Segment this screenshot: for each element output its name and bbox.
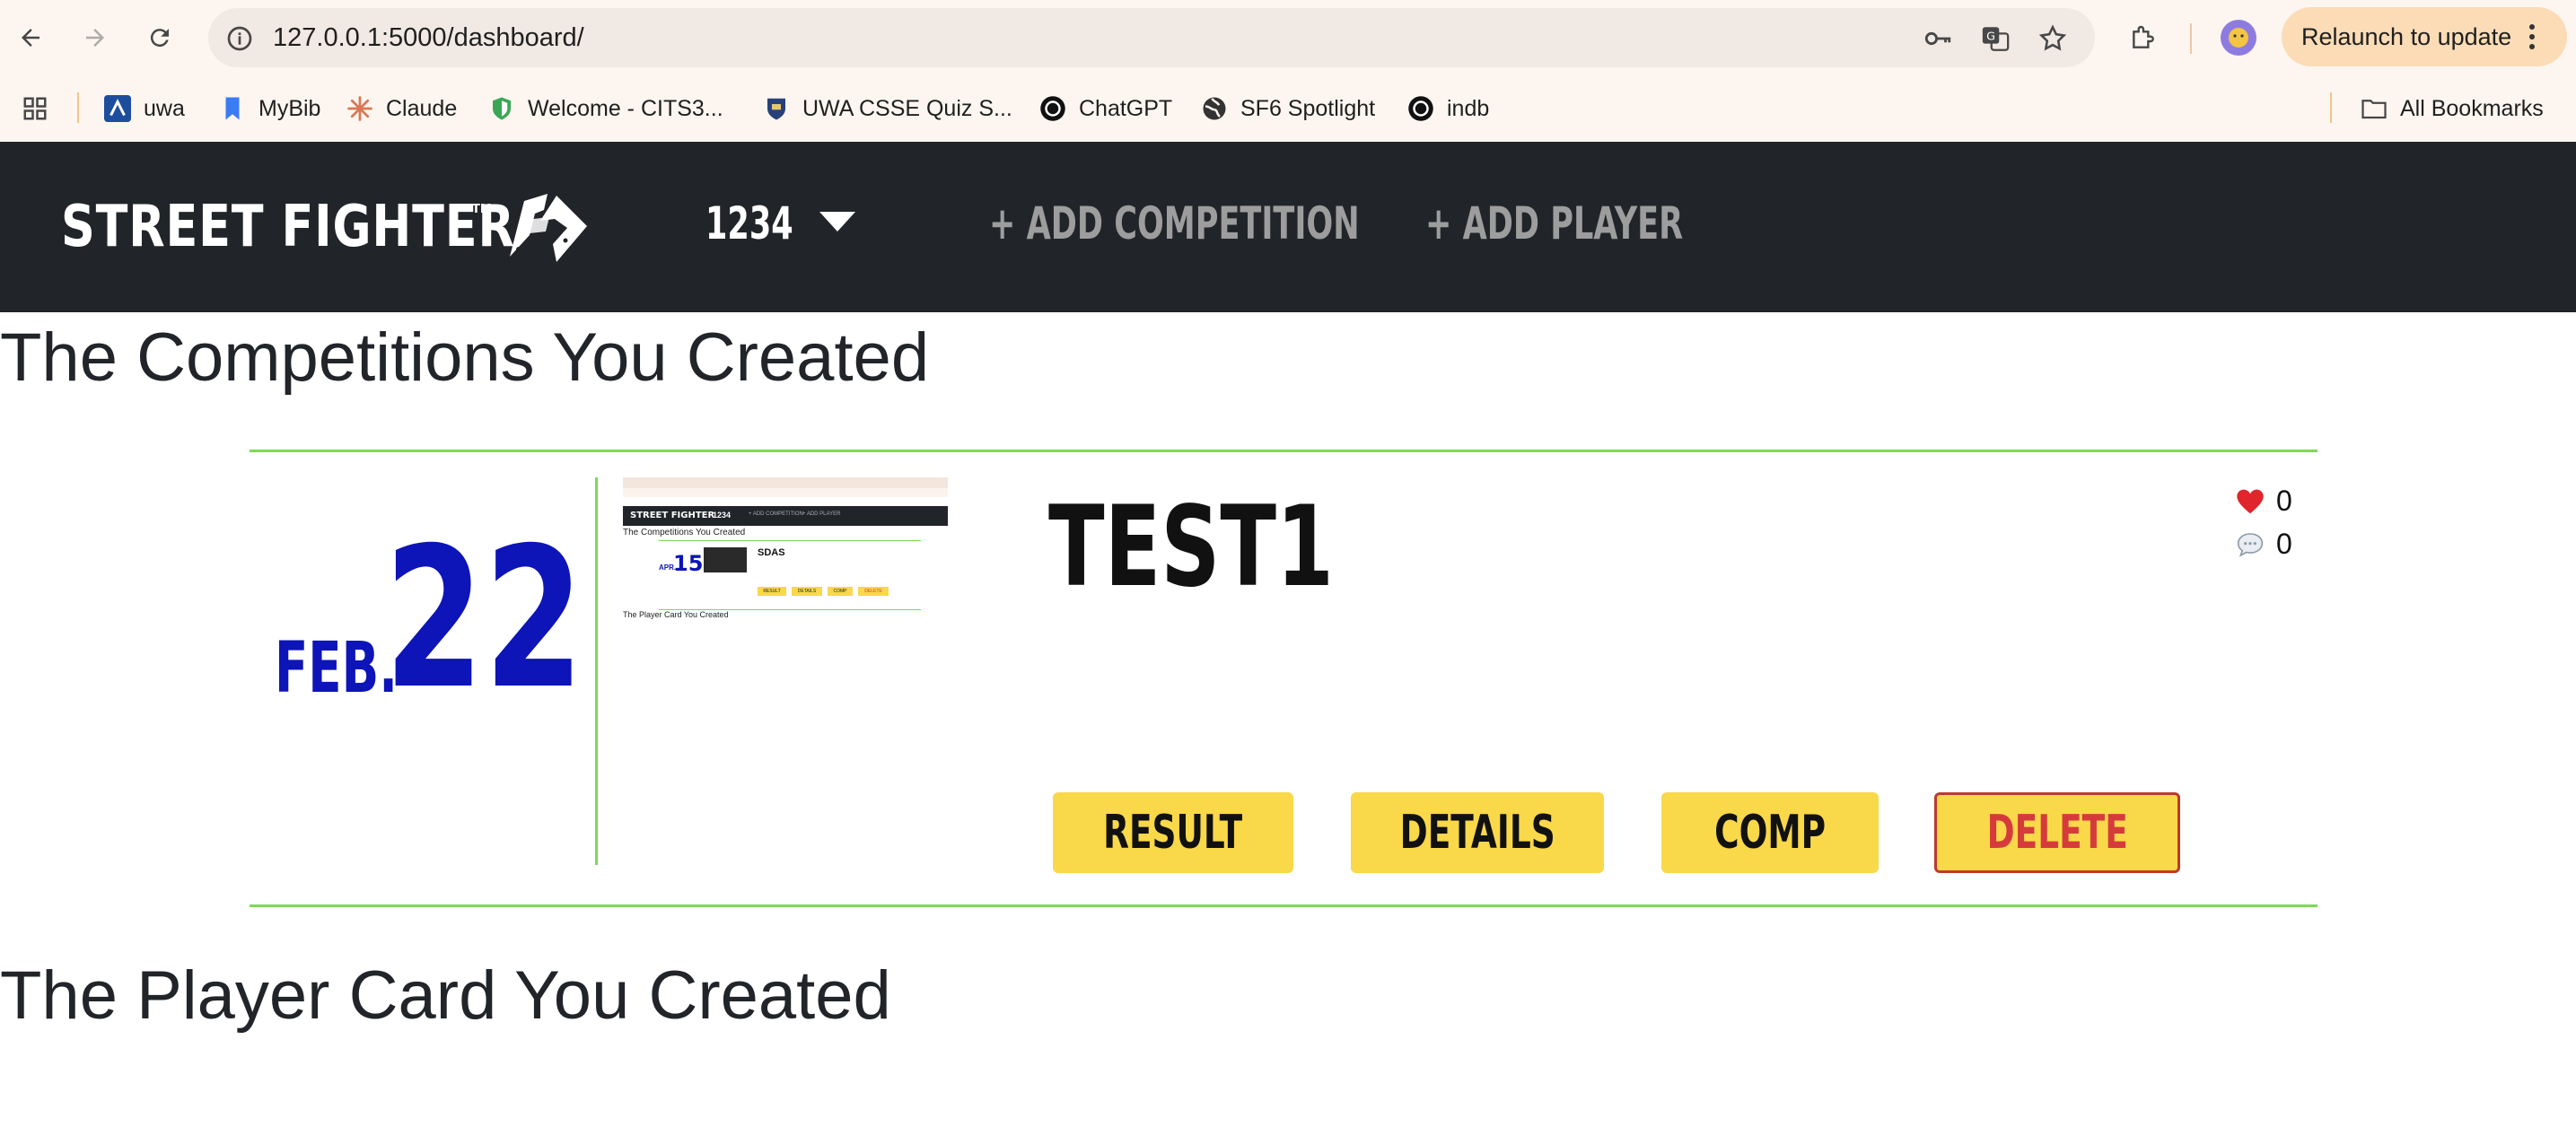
site-info-icon[interactable] <box>224 23 255 54</box>
competition-month: FEB. <box>275 628 398 709</box>
competition-title: TEST1 <box>1048 483 1334 612</box>
all-bookmarks-button[interactable]: All Bookmarks <box>2361 75 2544 142</box>
bookmark-label: Welcome - CITS3... <box>528 95 723 121</box>
details-label: DETAILS <box>1399 806 1555 860</box>
sf6-logo-icon <box>510 194 587 262</box>
thumb-button: RESULT <box>758 587 786 596</box>
thumb-navbar: STREET FIGHTER 1234 + ADD COMPETITION + … <box>623 506 948 526</box>
thumb-bookmarks <box>623 488 948 497</box>
chevron-down-icon[interactable] <box>819 212 855 232</box>
thumb-footer-title: The Player Card You Created <box>623 610 729 619</box>
bookmarks-divider <box>2330 92 2332 123</box>
bookmark-item[interactable]: MyBib <box>219 75 320 142</box>
app-navbar: STREET FIGHTER TM 1234 + ADD COMPETITION… <box>0 142 2576 312</box>
claude-icon <box>346 95 373 122</box>
bookmark-label: indb <box>1447 95 1490 121</box>
folder-icon <box>2361 95 2388 122</box>
bookmark-star-icon[interactable] <box>2037 23 2068 54</box>
likes-count[interactable]: 0 <box>2235 485 2292 518</box>
reload-button[interactable] <box>138 16 181 59</box>
reload-icon <box>150 29 169 48</box>
extensions-button[interactable] <box>2122 16 2165 59</box>
forward-button[interactable] <box>74 16 117 59</box>
heart-icon <box>2235 486 2265 517</box>
comments-count[interactable]: 0 <box>2235 528 2292 561</box>
bookmark-item[interactable]: Claude <box>346 75 457 142</box>
bookmark-label: ChatGPT <box>1079 95 1173 121</box>
comp-button[interactable]: COMP <box>1661 792 1879 873</box>
speech-bubble-icon <box>2235 529 2265 560</box>
bookmark-label: UWA CSSE Quiz S... <box>802 95 1012 121</box>
url-text[interactable]: 127.0.0.1:5000/dashboard/ <box>273 8 584 67</box>
relaunch-label: Relaunch to update <box>2301 22 2512 50</box>
relaunch-button[interactable]: Relaunch to update <box>2282 7 2567 66</box>
apps-button[interactable] <box>22 75 48 142</box>
back-button[interactable] <box>9 16 52 59</box>
thumb-day: 15 <box>673 551 704 576</box>
add-player-link[interactable]: + ADD PLAYER <box>1425 197 1683 249</box>
toolbar-divider <box>2190 23 2192 54</box>
user-label: 1234 <box>705 197 793 249</box>
comments-value: 0 <box>2276 528 2292 560</box>
password-key-icon[interactable] <box>1923 23 1953 54</box>
result-button[interactable]: RESULT <box>1053 792 1293 873</box>
svg-text:G: G <box>1986 30 1995 43</box>
details-button[interactable]: DETAILS <box>1351 792 1604 873</box>
thumb-user: 1234 <box>713 511 732 520</box>
delete-button[interactable]: DELETE <box>1934 792 2180 873</box>
thumb-button: COMP <box>828 587 853 596</box>
delete-label: DELETE <box>1986 806 2128 860</box>
logo-tm: TM <box>472 203 492 216</box>
openai-icon <box>1407 95 1434 122</box>
thumb-button: DETAILS <box>792 587 822 596</box>
thumb-section-title: The Competitions You Created <box>623 528 746 537</box>
browser-toolbar: 127.0.0.1:5000/dashboard/ G Relaunch to … <box>0 0 2576 75</box>
bookmark-label: Claude <box>386 95 458 121</box>
bookmark-item[interactable]: ChatGPT <box>1039 75 1172 142</box>
bookmarks-bar: uwa MyBib Claude Welcome - CITS3... UWA … <box>0 75 2576 142</box>
forward-arrow-icon <box>86 29 104 47</box>
competitions-heading: The Competitions You Created <box>0 319 930 396</box>
shield-icon <box>488 95 515 122</box>
bookmark-item[interactable]: Welcome - CITS3... <box>488 75 723 142</box>
bookmark-label: MyBib <box>258 95 321 121</box>
thumb-browser-bar <box>623 477 948 488</box>
bookmark-item[interactable]: indb <box>1407 75 1489 142</box>
all-bookmarks-label: All Bookmarks <box>2400 95 2544 121</box>
bookmark-label: SF6 Spotlight <box>1240 95 1376 121</box>
bookmark-item[interactable]: SF6 Spotlight <box>1201 75 1375 142</box>
kebab-menu-icon <box>2529 24 2536 49</box>
bookmarks-divider <box>77 92 79 123</box>
comp-label: COMP <box>1713 806 1826 860</box>
translate-icon[interactable]: G <box>1980 23 2011 54</box>
player-cards-heading: The Player Card You Created <box>0 957 891 1034</box>
competition-day: 22 <box>384 506 584 731</box>
logo-text: STREET FIGHTER <box>61 194 515 260</box>
date-divider <box>595 477 598 865</box>
bookmark-item[interactable]: UWA CSSE Quiz S... <box>763 75 1012 142</box>
bookmark-item[interactable]: uwa <box>104 75 185 142</box>
bookmark-icon <box>219 95 246 122</box>
openai-icon <box>1039 95 1066 122</box>
thumb-nav-link: + ADD PLAYER <box>802 511 841 517</box>
crest-icon <box>763 95 790 122</box>
profile-avatar[interactable] <box>2217 16 2260 59</box>
thumb-logo: STREET FIGHTER <box>630 511 715 520</box>
globe-icon <box>1201 95 1228 122</box>
avatar-icon <box>2221 20 2256 56</box>
thumb-button: DELETE <box>858 587 889 596</box>
puzzle-icon <box>2133 25 2154 48</box>
thumb-nav-link: + ADD COMPETITION <box>749 511 803 517</box>
likes-value: 0 <box>2276 485 2292 517</box>
apps-grid-icon <box>23 97 47 120</box>
result-label: RESULT <box>1103 806 1243 860</box>
thumb-title: SDAS <box>758 547 785 558</box>
uwa-logo-icon <box>104 95 131 122</box>
address-bar[interactable]: 127.0.0.1:5000/dashboard/ G <box>208 8 2095 67</box>
bookmark-label: uwa <box>144 95 185 121</box>
back-arrow-icon <box>22 29 39 47</box>
thumb-image <box>704 547 747 572</box>
competition-thumbnail[interactable]: STREET FIGHTER 1234 + ADD COMPETITION + … <box>623 477 948 621</box>
add-competition-link[interactable]: + ADD COMPETITION <box>989 197 1360 249</box>
